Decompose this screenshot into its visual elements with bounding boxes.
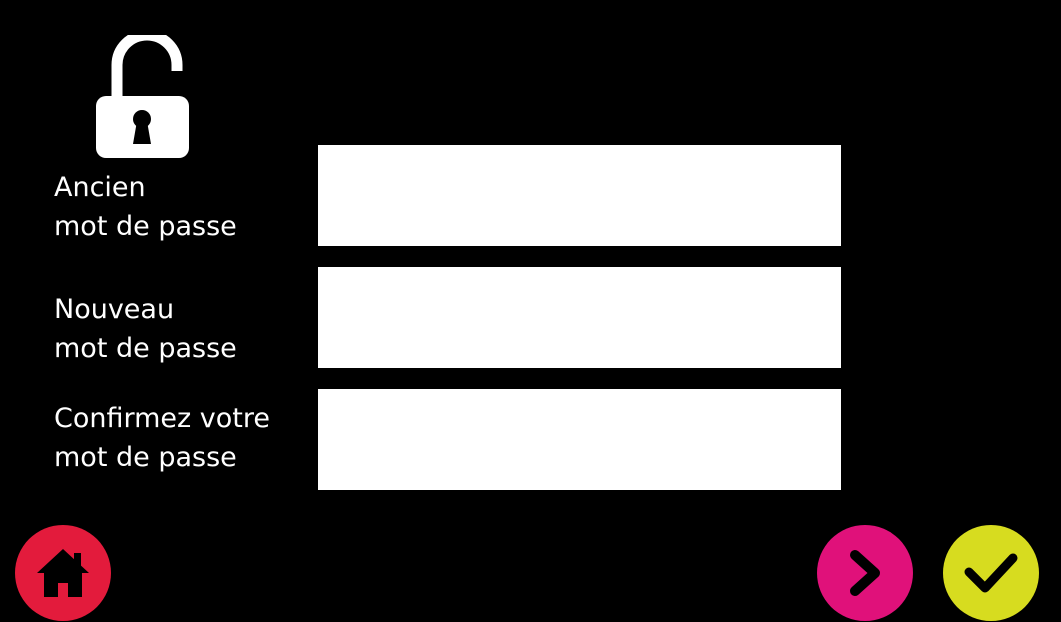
next-button[interactable] [817, 525, 913, 621]
chevron-right-icon [850, 550, 880, 596]
old-password-label: Ancien mot de passe [54, 168, 237, 246]
checkmark-icon [964, 553, 1018, 593]
new-password-input[interactable] [318, 267, 841, 368]
confirm-password-label-line2: mot de passe [54, 442, 237, 473]
new-password-label-line1: Nouveau [54, 294, 175, 325]
old-password-label-line1: Ancien [54, 172, 146, 203]
unlocked-padlock-icon [94, 29, 190, 160]
confirm-button[interactable] [943, 525, 1039, 621]
confirm-password-input[interactable] [318, 389, 841, 490]
new-password-label: Nouveau mot de passe [54, 290, 237, 368]
home-icon [37, 549, 89, 597]
old-password-input[interactable] [318, 145, 841, 246]
confirm-password-label-line1: Confirmez votre [54, 403, 270, 434]
home-button[interactable] [15, 525, 111, 621]
new-password-label-line2: mot de passe [54, 333, 237, 364]
confirm-password-label: Confirmez votre mot de passe [54, 399, 270, 477]
old-password-label-line2: mot de passe [54, 211, 237, 242]
